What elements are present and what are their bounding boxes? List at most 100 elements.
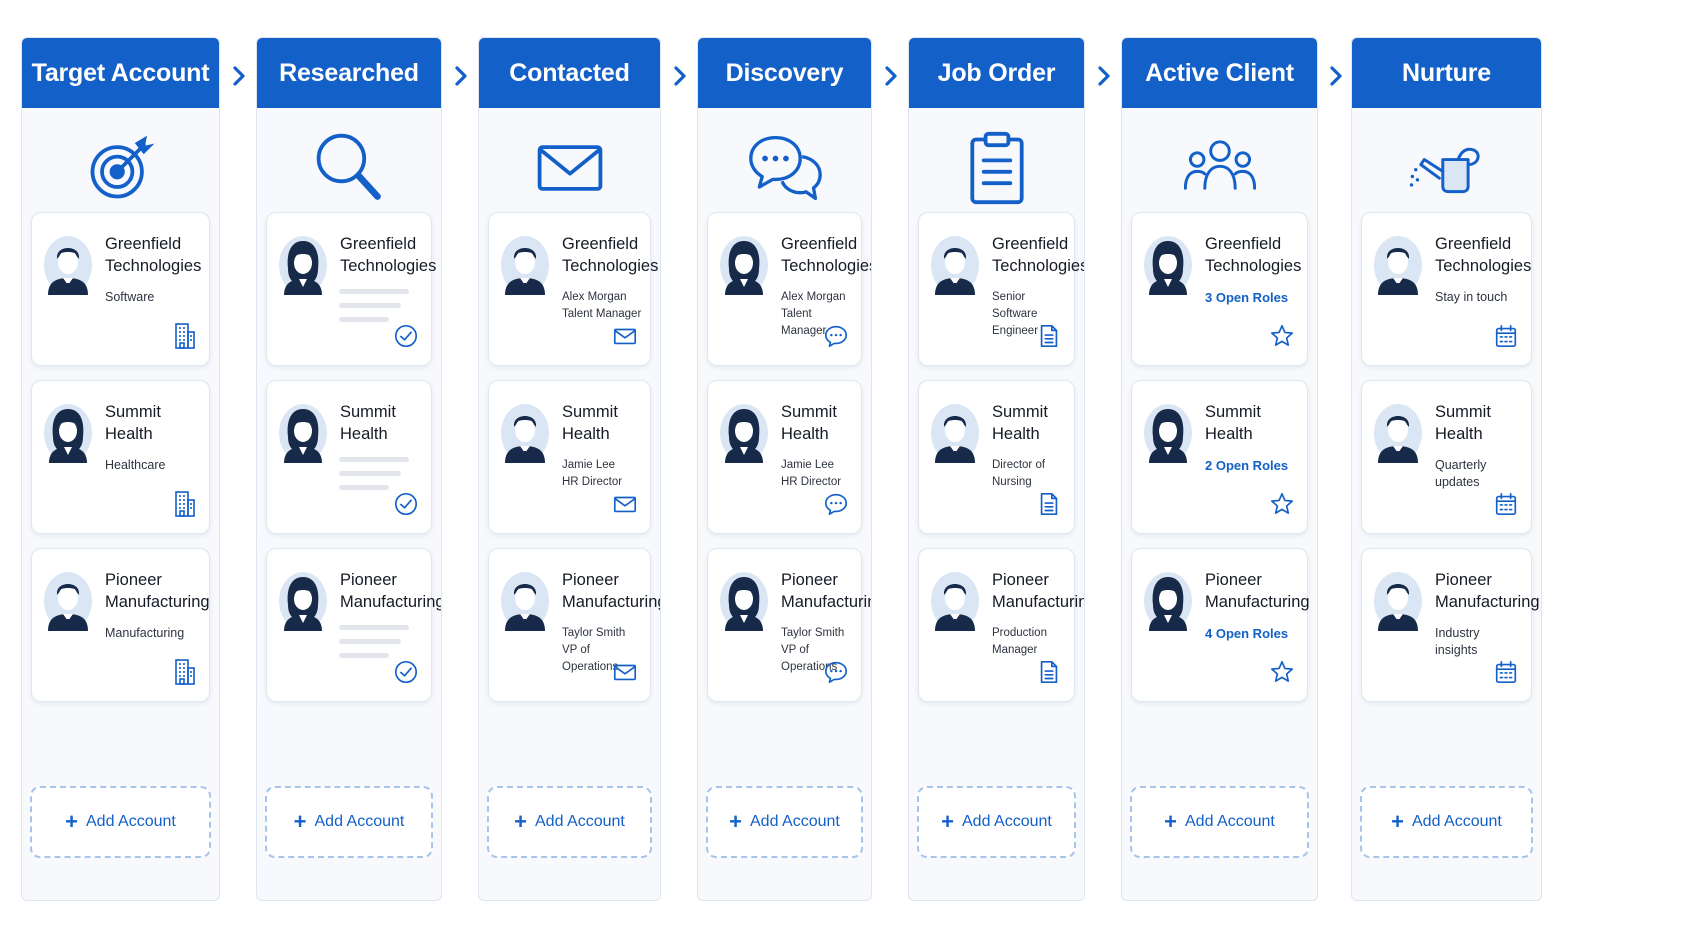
building-icon[interactable] bbox=[171, 489, 197, 519]
stage-header[interactable]: Contacted bbox=[479, 38, 660, 108]
stage-header[interactable]: Target Account bbox=[22, 38, 219, 108]
account-name: Summit Health bbox=[562, 403, 618, 443]
chevron-right-icon bbox=[669, 61, 691, 91]
calendar-icon[interactable] bbox=[1493, 489, 1519, 519]
account-name: Summit Health bbox=[781, 403, 837, 443]
account-card[interactable]: Summit Health bbox=[266, 380, 432, 534]
plus-icon: + bbox=[514, 809, 527, 834]
check-circle-icon[interactable] bbox=[393, 321, 419, 351]
account-card[interactable]: Greenfield Technologies Software bbox=[31, 212, 210, 366]
plus-icon: + bbox=[729, 809, 742, 834]
account-name: Pioneer Manufacturing bbox=[992, 571, 1084, 611]
building-icon[interactable] bbox=[171, 321, 197, 351]
stage-header[interactable]: Job Order bbox=[909, 38, 1084, 108]
check-circle-icon[interactable] bbox=[393, 657, 419, 687]
account-card[interactable]: Pioneer Manufacturing Industry insights bbox=[1361, 548, 1540, 702]
stage-header[interactable]: Nurture bbox=[1352, 38, 1541, 108]
stage-column-0: Target Account Greenfield Technologies So… bbox=[21, 37, 220, 901]
account-card[interactable]: Greenfield Technologies Stay in touch bbox=[1361, 212, 1532, 366]
avatar bbox=[43, 571, 93, 631]
group-icon bbox=[1122, 108, 1317, 228]
account-card[interactable]: Summit Health Jamie Lee HR Director bbox=[707, 380, 862, 534]
stage-header[interactable]: Active Client bbox=[1122, 38, 1317, 108]
magnifier-icon bbox=[257, 108, 441, 228]
calendar-icon[interactable] bbox=[1493, 657, 1519, 687]
stage-column-1: Researched Greenfield Technologies Summi… bbox=[256, 37, 442, 901]
account-card[interactable]: Greenfield Technologies bbox=[266, 212, 436, 366]
account-name: Pioneer Manufacturing bbox=[1205, 571, 1310, 611]
add-account-button[interactable]: + Add Account bbox=[1360, 786, 1533, 858]
stage-column-3: Discovery Greenfield Technologies Alex Mo… bbox=[697, 37, 872, 901]
account-card[interactable]: Pioneer Manufacturing bbox=[266, 548, 441, 702]
mail-icon[interactable] bbox=[612, 321, 638, 351]
add-account-button[interactable]: + Add Account bbox=[487, 786, 652, 858]
avatar bbox=[719, 235, 769, 295]
mail-icon[interactable] bbox=[612, 657, 638, 687]
document-icon[interactable] bbox=[1036, 489, 1062, 519]
add-account-button[interactable]: + Add Account bbox=[1130, 786, 1309, 858]
avatar bbox=[719, 403, 769, 463]
account-card[interactable]: Greenfield Technologies Alex Morgan Talen… bbox=[488, 212, 659, 366]
account-card[interactable]: Pioneer ManufacturingTaylor Smith VP of … bbox=[707, 548, 871, 702]
plus-icon: + bbox=[293, 809, 307, 834]
account-card[interactable]: Summit Health Jamie Lee HR Director bbox=[488, 380, 651, 534]
add-account-label: Add Account bbox=[535, 813, 625, 830]
target-icon bbox=[22, 108, 219, 228]
add-account-button[interactable]: + Add Account bbox=[265, 786, 433, 858]
document-icon[interactable] bbox=[1036, 321, 1062, 351]
add-account-button[interactable]: + Add Account bbox=[30, 786, 211, 858]
avatar bbox=[1373, 403, 1423, 463]
account-detail: Software bbox=[105, 290, 155, 304]
avatar bbox=[1373, 235, 1423, 295]
account-detail: Quarterly updates bbox=[1435, 458, 1487, 489]
account-card[interactable]: Pioneer Manufacturing Manufacturing bbox=[31, 548, 210, 702]
account-card[interactable]: Summit Health Healthcare bbox=[31, 380, 210, 534]
account-card[interactable]: Pioneer Manufacturing Production Manager bbox=[918, 548, 1084, 702]
check-circle-icon[interactable] bbox=[393, 489, 419, 519]
chat-icon[interactable] bbox=[823, 489, 849, 519]
chevron-right-icon bbox=[1093, 61, 1115, 91]
account-card[interactable]: Summit Health Director of Nursing bbox=[918, 380, 1075, 534]
clipboard-icon bbox=[909, 108, 1084, 228]
account-card[interactable]: Greenfield Technologies 3 Open Roles bbox=[1131, 212, 1308, 366]
stage-header[interactable]: Researched bbox=[257, 38, 441, 108]
account-name: Summit Health bbox=[1205, 403, 1261, 443]
add-account-button[interactable]: + Add Account bbox=[917, 786, 1076, 858]
avatar bbox=[278, 403, 328, 463]
account-name: Pioneer Manufacturing bbox=[781, 571, 871, 611]
avatar bbox=[1373, 571, 1423, 631]
stage-header[interactable]: Discovery bbox=[698, 38, 871, 108]
star-icon[interactable] bbox=[1269, 657, 1295, 687]
account-card[interactable]: Pioneer ManufacturingTaylor Smith VP of … bbox=[488, 548, 660, 702]
chat-icon[interactable] bbox=[823, 321, 849, 351]
account-card[interactable]: Summit Health Quarterly updates bbox=[1361, 380, 1532, 534]
avatar bbox=[500, 235, 550, 295]
add-account-label: Add Account bbox=[86, 813, 176, 830]
account-detail: Jamie Lee HR Director bbox=[781, 459, 842, 488]
add-account-button[interactable]: + Add Account bbox=[706, 786, 863, 858]
account-card[interactable]: Summit Health 2 Open Roles bbox=[1131, 380, 1308, 534]
account-detail: Director of Nursing bbox=[992, 459, 1046, 488]
account-name: Greenfield Technologies bbox=[1205, 235, 1302, 275]
document-icon[interactable] bbox=[1036, 657, 1062, 687]
account-name: Greenfield Technologies bbox=[781, 235, 872, 275]
account-detail: Manufacturing bbox=[105, 626, 185, 640]
avatar bbox=[719, 571, 769, 631]
avatar bbox=[930, 571, 980, 631]
calendar-icon[interactable] bbox=[1493, 321, 1519, 351]
account-card[interactable]: Greenfield Technologies Alex Morgan Talen… bbox=[707, 212, 872, 366]
account-card[interactable]: Greenfield Technologies Senior Software E… bbox=[918, 212, 1084, 366]
account-name: Greenfield Technologies bbox=[562, 235, 659, 275]
star-icon[interactable] bbox=[1269, 321, 1295, 351]
avatar bbox=[1143, 235, 1193, 295]
chat-icon[interactable] bbox=[823, 657, 849, 687]
account-name: Summit Health bbox=[992, 403, 1048, 443]
account-name: Summit Health bbox=[105, 403, 161, 443]
avatar bbox=[930, 403, 980, 463]
account-detail: Healthcare bbox=[105, 458, 166, 472]
building-icon[interactable] bbox=[171, 657, 197, 687]
mail-icon[interactable] bbox=[612, 489, 638, 519]
star-icon[interactable] bbox=[1269, 489, 1295, 519]
plus-icon: + bbox=[1391, 809, 1404, 834]
account-card[interactable]: Pioneer Manufacturing 4 Open Roles bbox=[1131, 548, 1310, 702]
